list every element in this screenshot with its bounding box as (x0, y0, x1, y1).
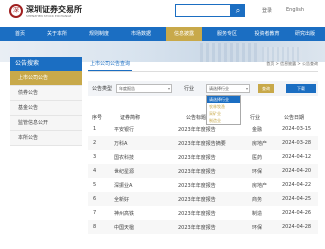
cell-industry: 商务 (252, 197, 263, 203)
nav-item-research[interactable]: 研究出版 (288, 27, 322, 41)
cell-title[interactable]: 2023年年度报告摘要 (178, 140, 246, 147)
cell-title[interactable]: 2023年年度报告 (178, 182, 246, 189)
industry-dropdown: 请选择行业 农林牧渔 采矿业 制造业 (206, 95, 241, 125)
cell-name[interactable]: 平安银行 (114, 126, 172, 133)
nav-item-home[interactable]: 首页 (8, 27, 32, 41)
dropdown-option[interactable]: 采矿业 (207, 110, 240, 117)
cell-industry: 医药 (252, 155, 263, 161)
main-nav: 首页 关于本所 规则制度 市场数据 信息披露 服务专区 投资者教育 研究出版 (0, 27, 325, 41)
table-row[interactable]: 4 世纪星源 2023年年度报告 环保 2024-04-20 (88, 164, 318, 178)
logo-subtitle: SHENZHEN STOCK EXCHANGE (26, 14, 72, 18)
cell-name[interactable]: 中国天楹 (114, 224, 172, 231)
cell-seq: 1 (93, 126, 97, 132)
dropdown-option[interactable]: 请选择行业 (207, 96, 240, 103)
cell-industry: 环保 (252, 169, 263, 175)
table-row[interactable]: 6 全新好 2023年年度报告 商务 2024-04-25 (88, 192, 318, 206)
search-icon[interactable]: ⌕ (231, 4, 245, 17)
nav-item-education[interactable]: 投资者教育 (250, 27, 284, 41)
cell-date: 2024-04-22 (282, 182, 312, 188)
chevron-down-icon: ▾ (167, 86, 170, 91)
cell-date: 2024-03-15 (282, 126, 312, 132)
table-row[interactable]: 2 万科A 2023年年度报告摘要 房地产 2024-03-28 (88, 136, 318, 150)
column-header: 行业 (250, 115, 261, 121)
table-row[interactable]: 8 中国天楹 2023年年度报告 环保 2024-04-28 (88, 220, 318, 234)
login-link[interactable]: 登录 (262, 7, 272, 14)
nav-item-rules[interactable]: 规则制度 (82, 27, 116, 41)
english-link[interactable]: English (286, 7, 304, 13)
filter-label-industry: 行业 (184, 86, 195, 92)
column-header: 公告标题 (186, 115, 207, 121)
cell-seq: 2 (93, 140, 97, 146)
nav-item-service[interactable]: 服务专区 (210, 27, 244, 41)
table-row[interactable]: 3 国农科技 2023年年度报告 医药 2024-04-12 (88, 150, 318, 164)
cell-title[interactable]: 2023年年度报告 (178, 168, 246, 175)
cell-date: 2024-04-28 (282, 224, 312, 230)
cell-seq: 5 (93, 182, 97, 188)
column-header: 公告日期 (284, 115, 305, 121)
nav-item-market[interactable]: 市场数据 (124, 27, 158, 41)
nav-item-about[interactable]: 关于本所 (40, 27, 74, 41)
cell-title[interactable]: 2023年年度报告 (178, 196, 246, 203)
sidebar-item-supervision[interactable]: 监管信息公开 (10, 116, 82, 131)
type-select[interactable]: 年度报告 ▾ (116, 84, 172, 93)
dropdown-option[interactable]: 农林牧渔 (207, 103, 240, 110)
cell-name[interactable]: 万科A (114, 140, 172, 147)
cell-name[interactable]: 国农科技 (114, 154, 172, 161)
cell-industry: 环保 (252, 225, 263, 231)
cell-date: 2024-04-20 (282, 168, 312, 174)
download-button[interactable]: 下载 (286, 84, 316, 93)
cell-date: 2024-03-28 (282, 140, 312, 146)
cell-industry: 金融 (252, 127, 263, 133)
cell-industry: 制造 (252, 211, 263, 217)
cell-seq: 3 (93, 154, 97, 160)
industry-select[interactable]: 请选择行业 ▾ (206, 84, 250, 93)
query-button[interactable]: 查询 (258, 84, 274, 93)
cell-title[interactable]: 2023年年度报告 (178, 126, 246, 133)
column-header: 证券简称 (120, 115, 141, 121)
cell-date: 2024-04-12 (282, 154, 312, 160)
cell-title[interactable]: 2023年年度报告 (178, 154, 246, 161)
chevron-down-icon: ▾ (245, 86, 248, 91)
industry-select-value: 请选择行业 (209, 86, 229, 91)
sidebar-item-exchange[interactable]: 本所公告 (10, 131, 82, 146)
cell-name[interactable]: 深振业A (114, 182, 172, 189)
type-select-value: 年度报告 (119, 86, 135, 91)
cell-title[interactable]: 2023年年度报告 (178, 224, 246, 231)
logo-mark: 深 (9, 4, 23, 18)
filter-label-type: 公告类型 (92, 86, 113, 92)
sidebar: 公告搜索 上市公司公告 债券公告 基金公告 监管信息公开 本所公告 (10, 57, 82, 146)
cell-date: 2024-04-25 (282, 196, 312, 202)
table-row[interactable]: 5 深振业A 2023年年度报告 房地产 2024-04-22 (88, 178, 318, 192)
table-row[interactable]: 7 神州高铁 2023年年度报告 制造 2024-04-26 (88, 206, 318, 220)
cell-seq: 4 (93, 168, 97, 174)
filter-bar: 公告类型 年度报告 ▾ 行业 请选择行业 ▾ 查询 下载 (88, 81, 318, 96)
table-row[interactable]: 1 平安银行 2023年年度报告 金融 2024-03-15 (88, 122, 318, 136)
site-logo[interactable]: 深 深圳证券交易所 SHENZHEN STOCK EXCHANGE (9, 4, 82, 20)
header: 深 深圳证券交易所 SHENZHEN STOCK EXCHANGE ⌕ 登录 E… (0, 0, 325, 27)
breadcrumb: 首页 > 信息披露 > 公告查询 (266, 61, 318, 66)
banner-building (262, 47, 302, 62)
sidebar-item-fund[interactable]: 基金公告 (10, 101, 82, 116)
cell-name[interactable]: 全新好 (114, 196, 172, 203)
cell-seq: 6 (93, 196, 97, 202)
dropdown-option[interactable]: 制造业 (207, 117, 240, 124)
cell-name[interactable]: 世纪星源 (114, 168, 172, 175)
cell-title[interactable]: 2023年年度报告 (178, 210, 246, 217)
cell-seq: 8 (93, 224, 97, 230)
nav-item-disclosure[interactable]: 信息披露 (166, 27, 202, 41)
sidebar-item-bond[interactable]: 债券公告 (10, 86, 82, 101)
divider (88, 71, 318, 72)
sidebar-item-company[interactable]: 上市公司公告 (10, 71, 82, 86)
column-header: 序号 (92, 115, 103, 121)
search-input[interactable] (175, 4, 231, 17)
cell-date: 2024-04-26 (282, 210, 312, 216)
cell-industry: 房地产 (252, 141, 268, 147)
cell-name[interactable]: 神州高铁 (114, 210, 172, 217)
sidebar-title: 公告搜索 (10, 57, 82, 71)
banner-building (200, 43, 260, 62)
cell-seq: 7 (93, 210, 97, 216)
cell-industry: 房地产 (252, 183, 268, 189)
